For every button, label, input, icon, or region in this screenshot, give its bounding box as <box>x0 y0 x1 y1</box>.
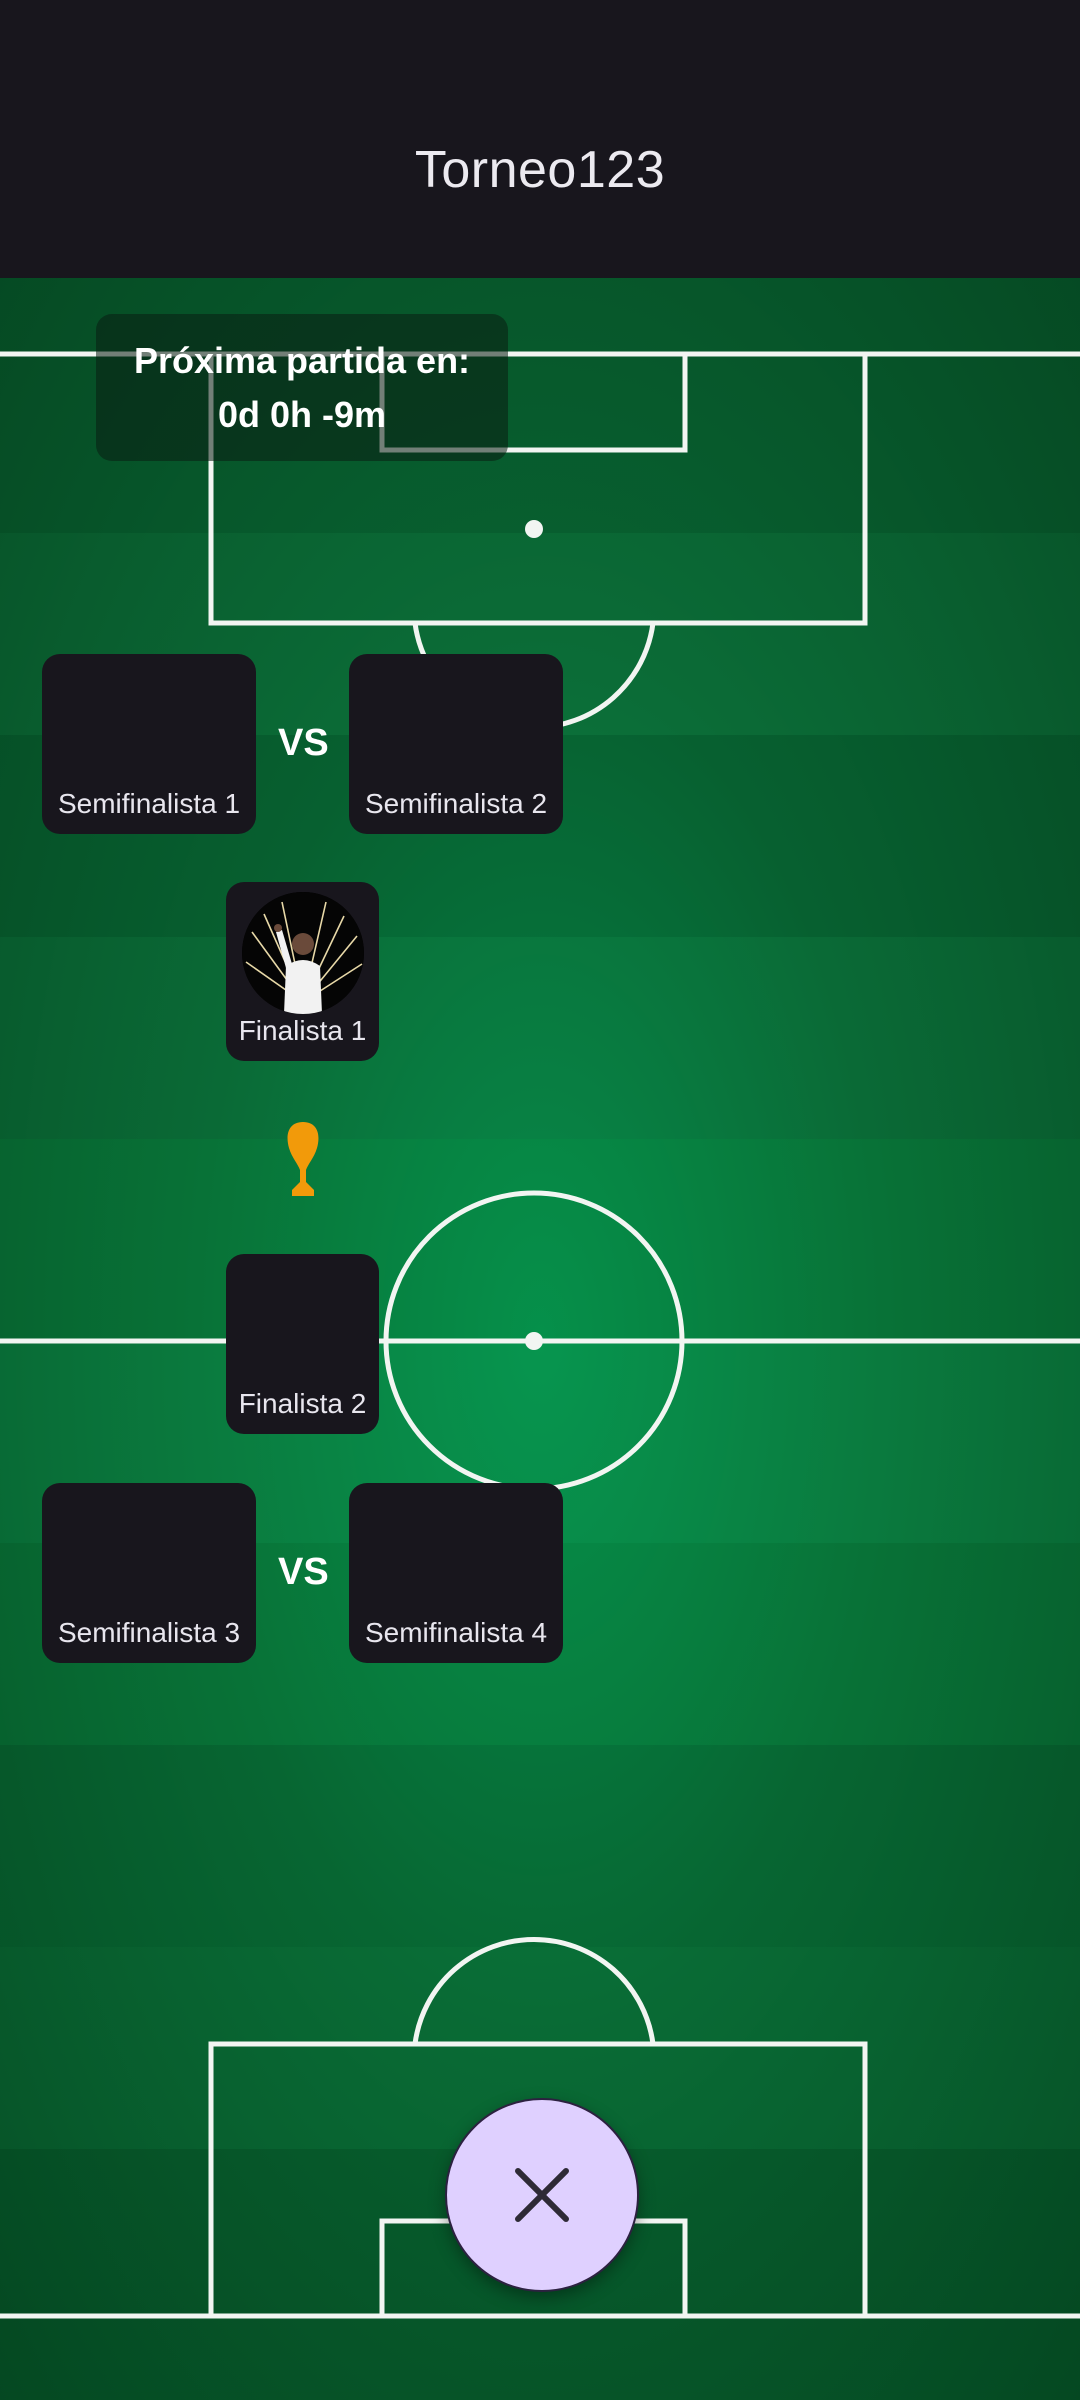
finalist-2-label: Finalista 2 <box>238 1388 367 1419</box>
semifinalist-2-label: Semifinalista 2 <box>364 788 548 819</box>
finalist-2-card[interactable]: Finalista 2 <box>226 1254 379 1434</box>
finalist-1-label: Finalista 1 <box>238 1015 367 1046</box>
finalist-1-card[interactable]: Finalista 1 <box>226 882 379 1061</box>
vs-label-bottom: VS <box>278 1551 329 1593</box>
close-fab-button[interactable] <box>445 2098 639 2292</box>
finalist-1-avatar <box>242 892 364 1014</box>
semifinalist-1-label: Semifinalista 1 <box>57 788 241 819</box>
semifinalist-4-label: Semifinalista 4 <box>364 1617 548 1648</box>
vs-label-top: VS <box>278 722 329 764</box>
countdown-label: Próxima partida en: <box>133 339 471 381</box>
semifinalist-2-card[interactable]: Semifinalista 2 <box>349 654 563 834</box>
semifinalist-3-card[interactable]: Semifinalista 3 <box>42 1483 256 1663</box>
countdown-value: 0d 0h -9m <box>217 393 387 435</box>
trophy-icon <box>287 1122 319 1196</box>
semifinalist-4-card[interactable]: Semifinalista 4 <box>349 1483 563 1663</box>
next-match-countdown: Próxima partida en: 0d 0h -9m <box>96 314 508 461</box>
semifinalist-1-card[interactable]: Semifinalista 1 <box>42 654 256 834</box>
close-icon <box>515 2168 569 2222</box>
semifinalist-3-label: Semifinalista 3 <box>57 1617 241 1648</box>
